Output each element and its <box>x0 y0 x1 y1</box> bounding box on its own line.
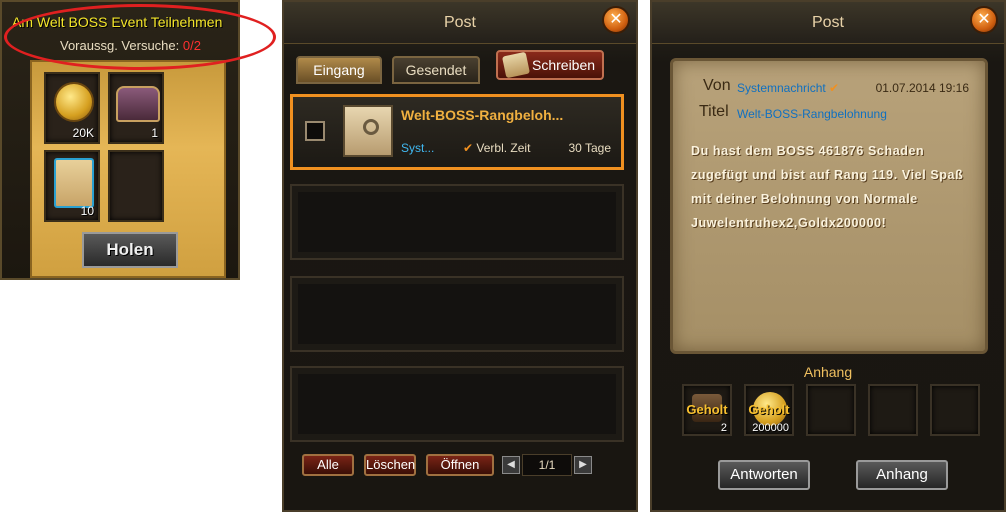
open-button[interactable]: Öffnen <box>426 454 494 476</box>
pager-indicator: 1/1 <box>522 454 572 476</box>
attachment-slot-empty <box>806 384 856 436</box>
treasure-chest-icon <box>116 86 160 122</box>
mail-body: Du hast dem BOSS 461876 Schaden zugefügt… <box>691 144 964 230</box>
remain-label: Verbl. Zeit <box>476 141 531 155</box>
reward-slot-gold[interactable]: 20K <box>44 72 100 144</box>
panel-header: Post ✕ <box>284 2 636 44</box>
scroll-icon <box>54 158 94 208</box>
mail-list-panel: Post ✕ Eingang Gesendet Schreiben Welt-B… <box>282 0 638 512</box>
quill-scroll-icon <box>501 51 531 79</box>
close-button[interactable]: ✕ <box>970 6 998 34</box>
reward-slot-scroll[interactable]: 10 <box>44 150 100 222</box>
holen-button[interactable]: Holen <box>82 232 178 268</box>
annotation-ellipse <box>4 4 276 70</box>
from-label: Von <box>703 77 731 94</box>
mail-days: 30 Tage <box>568 141 612 155</box>
collected-label: Geholt <box>686 402 728 417</box>
reward-slot-empty <box>108 150 164 222</box>
slot-qty: 1 <box>151 126 158 140</box>
mail-date: 01.07.2014 19:16 <box>875 81 969 95</box>
mail-list-item-empty <box>290 366 624 442</box>
close-icon: ✕ <box>609 11 623 28</box>
attachment-qty: 200000 <box>752 422 789 434</box>
mail-subject: Welt-BOSS-Rangbeloh... <box>401 107 564 123</box>
panel-title: Post <box>811 14 844 31</box>
panel-header: Post ✕ <box>652 2 1004 44</box>
magnifier-icon <box>363 119 379 135</box>
reward-slot-chest[interactable]: 1 <box>108 72 164 144</box>
tab-eingang[interactable]: Eingang <box>296 56 382 84</box>
slot-qty: 10 <box>80 204 94 218</box>
slot-qty: 20K <box>72 126 94 140</box>
gold-coin-icon <box>54 82 94 122</box>
mail-remaining-time: ✔ Verbl. Zeit <box>463 141 530 155</box>
letter-icon <box>343 105 393 157</box>
checkmark-icon: ✔ <box>463 141 474 155</box>
checkmark-icon: ✔ <box>829 81 840 95</box>
mail-list-item-empty <box>290 184 624 260</box>
from-value: Systemnachricht ✔ <box>737 81 839 95</box>
mail-list-item-empty <box>290 276 624 352</box>
sender-name: Systemnachricht <box>737 81 826 95</box>
collected-label: Geholt <box>748 402 790 417</box>
attachment-slot-empty <box>868 384 918 436</box>
pager-next-button[interactable]: ▶ <box>574 456 592 474</box>
title-label: Titel <box>699 103 729 120</box>
mail-checkbox[interactable] <box>305 121 325 141</box>
write-label: Schreiben <box>532 57 596 73</box>
reply-button[interactable]: Antworten <box>718 460 810 490</box>
mail-detail-panel: Post ✕ Von Systemnachricht ✔ 01.07.2014 … <box>650 0 1006 512</box>
select-all-button[interactable]: Alle <box>302 454 354 476</box>
attachment-header: Anhang <box>803 364 853 380</box>
attachment-button[interactable]: Anhang <box>856 460 948 490</box>
delete-button[interactable]: Löschen <box>364 454 416 476</box>
panel-title: Post <box>443 14 476 31</box>
reward-box: 20K 1 10 Holen <box>30 60 226 278</box>
tab-gesendet[interactable]: Gesendet <box>392 56 480 84</box>
attachment-slot-empty <box>930 384 980 436</box>
title-value: Welt-BOSS-Rangbelohnung <box>737 107 887 121</box>
attachment-slot-chest[interactable]: Geholt 2 <box>682 384 732 436</box>
write-button[interactable]: Schreiben <box>496 50 604 80</box>
attachment-slot-gold[interactable]: Geholt 200000 <box>744 384 794 436</box>
mail-list-item[interactable]: Welt-BOSS-Rangbeloh... Syst... ✔ Verbl. … <box>290 94 624 170</box>
pager-prev-button[interactable]: ◀ <box>502 456 520 474</box>
close-icon: ✕ <box>977 11 991 28</box>
letter-parchment: Von Systemnachricht ✔ 01.07.2014 19:16 T… <box>670 58 988 354</box>
mail-sender: Syst... <box>401 141 435 155</box>
attachment-qty: 2 <box>720 422 727 434</box>
close-button[interactable]: ✕ <box>602 6 630 34</box>
